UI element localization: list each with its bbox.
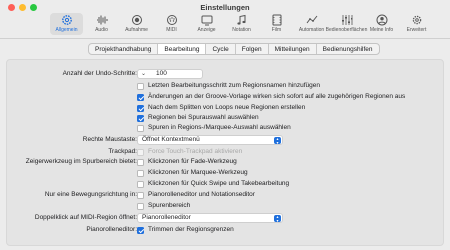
settings-panel: Anzahl der Undo-Schritte: ⌄ 100 Letzten … bbox=[6, 59, 444, 246]
option-label: Spuren in Regions-/Marquee-Auswahl auswä… bbox=[148, 124, 291, 131]
option-select-regions-on-track[interactable]: Regionen bei Spurauswahl auswählen bbox=[137, 113, 259, 123]
checkbox[interactable] bbox=[137, 82, 144, 90]
option-label: Regionen bei Spurauswahl auswählen bbox=[148, 114, 259, 121]
display-icon bbox=[201, 15, 212, 26]
toolbar-automation[interactable]: Automation bbox=[295, 13, 328, 35]
option-piano-roll-notation[interactable]: Pianorolleneditor und Notationseditor bbox=[137, 190, 255, 200]
advanced-icon bbox=[412, 15, 421, 25]
checkbox[interactable] bbox=[137, 191, 144, 199]
option-label: Nach dem Splitten von Loops neue Regione… bbox=[148, 104, 306, 111]
pointer-tool-row: Zeigerwerkzeug im Spurbereich bietet: Kl… bbox=[7, 157, 445, 167]
toolbar-audio[interactable]: Audio bbox=[85, 13, 118, 35]
checkbox[interactable] bbox=[137, 169, 144, 177]
option-trim-region-borders[interactable]: Trimmen der Regionsgrenzen bbox=[137, 225, 234, 235]
undo-steps-stepper[interactable]: ⌄ 100 bbox=[137, 69, 203, 79]
record-icon bbox=[131, 15, 142, 25]
film-icon bbox=[272, 14, 281, 26]
option-label: Trimmen der Regionsgrenzen bbox=[148, 226, 234, 233]
window-title: Einstellungen bbox=[200, 3, 250, 12]
right-mouse-label: Rechte Maustaste: bbox=[82, 136, 137, 143]
my-info-icon bbox=[376, 14, 387, 26]
trackpad-label: Trackpad: bbox=[108, 148, 137, 155]
checkbox[interactable] bbox=[137, 202, 144, 210]
double-click-value: Pianorolleneditor bbox=[142, 214, 191, 221]
option-select-tracks-marquee[interactable]: Spuren in Regions-/Marquee-Auswahl auswä… bbox=[137, 123, 291, 133]
double-click-row: Doppelklick auf MIDI-Region öffnet: Pian… bbox=[7, 213, 445, 223]
piano-roll-row: Pianorolleneditor: Trimmen der Regionsgr… bbox=[7, 225, 445, 235]
option-label: Spurenbereich bbox=[148, 202, 191, 209]
option-label: Letzten Bearbeitungsschritt zum Regionsn… bbox=[148, 82, 320, 89]
option-split-loops[interactable]: Nach dem Splitten von Loops neue Regione… bbox=[137, 103, 305, 113]
checkbox[interactable] bbox=[137, 148, 144, 156]
checkbox[interactable] bbox=[137, 124, 144, 132]
toolbar-bedienoberflaechen[interactable]: Bedienoberflächen bbox=[326, 13, 367, 35]
option-label: Klickzonen für Fade-Werkzeug bbox=[148, 158, 237, 165]
tab-projekthandhabung[interactable]: Projekthandhabung bbox=[89, 44, 159, 54]
midi-icon bbox=[166, 15, 177, 25]
checkbox[interactable] bbox=[137, 158, 144, 166]
undo-steps-value: 100 bbox=[156, 70, 167, 77]
up-down-arrows-icon: ▴ ▾ bbox=[274, 137, 281, 144]
option-groove-template[interactable]: Änderungen an der Groove-Vorlage wirken … bbox=[137, 92, 405, 102]
control-surfaces-icon bbox=[341, 15, 352, 25]
toolbar-erweitert[interactable]: Erweitert bbox=[400, 13, 433, 35]
title-bar: Einstellungen bbox=[0, 0, 450, 14]
toolbar-notation[interactable]: Notation bbox=[225, 13, 258, 35]
section-tabs: Projekthandhabung Bearbeitung Cycle Folg… bbox=[88, 43, 380, 55]
right-mouse-value: Öffnet Kontextmenü bbox=[142, 136, 200, 143]
toolbar-midi[interactable]: MIDI bbox=[155, 13, 188, 35]
waveform-icon bbox=[96, 15, 107, 25]
tab-mitteilungen[interactable]: Mitteilungen bbox=[269, 44, 317, 54]
automation-icon bbox=[306, 15, 317, 24]
toolbar-divider bbox=[0, 38, 450, 39]
pointer-tool-label: Zeigerwerkzeug im Spurbereich bietet: bbox=[25, 158, 137, 165]
right-mouse-row: Rechte Maustaste: Öffnet Kontextmenü ▴ ▾ bbox=[7, 135, 445, 145]
checkbox[interactable] bbox=[137, 114, 144, 122]
double-click-popup[interactable]: Pianorolleneditor ▴ ▾ bbox=[137, 213, 283, 223]
option-label: Klickzonen für Quick Swipe und Takebearb… bbox=[148, 180, 290, 187]
tab-folgen[interactable]: Folgen bbox=[236, 44, 269, 54]
checkbox[interactable] bbox=[137, 180, 144, 188]
option-tracks-area[interactable]: Spurenbereich bbox=[137, 201, 190, 211]
toolbar-allgemein[interactable]: Allgemein bbox=[50, 13, 83, 35]
single-direction-row: Nur eine Bewegungsrichtung in: Pianoroll… bbox=[7, 190, 445, 200]
option-force-touch[interactable]: Force Touch-Trackpad aktivieren bbox=[137, 147, 242, 157]
option-fade-click-zones[interactable]: Klickzonen für Fade-Werkzeug bbox=[137, 157, 237, 167]
option-edit-to-region-name[interactable]: Letzten Bearbeitungsschritt zum Regionsn… bbox=[137, 81, 320, 91]
trackpad-row: Trackpad: Force Touch-Trackpad aktiviere… bbox=[7, 147, 445, 157]
toolbar-film[interactable]: Film bbox=[260, 13, 293, 35]
tab-bedienungshilfen[interactable]: Bedienungshilfen bbox=[317, 44, 379, 54]
option-label: Änderungen an der Groove-Vorlage wirken … bbox=[148, 93, 406, 100]
up-down-arrows-icon: ▴ ▾ bbox=[274, 215, 281, 222]
double-click-label: Doppelklick auf MIDI-Region öffnet: bbox=[34, 214, 137, 221]
gear-icon bbox=[61, 15, 72, 25]
undo-steps-label: Anzahl der Undo-Schritte: bbox=[62, 70, 137, 77]
undo-steps-row: Anzahl der Undo-Schritte: ⌄ 100 bbox=[7, 69, 445, 79]
preferences-toolbar: Allgemein Audio Aufnahme MIDI Anzeige No… bbox=[50, 13, 433, 35]
toolbar-meine-info[interactable]: Meine Info bbox=[365, 13, 398, 35]
checkbox[interactable] bbox=[137, 93, 144, 101]
option-quick-swipe-click-zones[interactable]: Klickzonen für Quick Swipe und Takebearb… bbox=[137, 179, 289, 189]
single-direction-label: Nur eine Bewegungsrichtung in: bbox=[44, 191, 137, 198]
chevron-down-icon[interactable]: ⌄ bbox=[141, 70, 146, 78]
toolbar-aufnahme[interactable]: Aufnahme bbox=[120, 13, 153, 35]
option-marquee-click-zones[interactable]: Klickzonen für Marquee-Werkzeug bbox=[137, 168, 248, 178]
piano-roll-label: Pianorolleneditor: bbox=[86, 226, 137, 233]
preferences-window: Einstellungen Allgemein Audio Aufnahme M… bbox=[0, 0, 450, 250]
toolbar-anzeige[interactable]: Anzeige bbox=[190, 13, 223, 35]
option-label: Pianorolleneditor und Notationseditor bbox=[148, 191, 255, 198]
checkbox[interactable] bbox=[137, 104, 144, 112]
notation-icon bbox=[236, 14, 246, 25]
right-mouse-popup[interactable]: Öffnet Kontextmenü ▴ ▾ bbox=[137, 135, 283, 145]
tab-bearbeitung[interactable]: Bearbeitung bbox=[158, 44, 207, 54]
option-label: Klickzonen für Marquee-Werkzeug bbox=[148, 169, 248, 176]
tab-cycle[interactable]: Cycle bbox=[206, 44, 236, 54]
option-label: Force Touch-Trackpad aktivieren bbox=[148, 148, 243, 155]
checkbox[interactable] bbox=[137, 226, 144, 234]
